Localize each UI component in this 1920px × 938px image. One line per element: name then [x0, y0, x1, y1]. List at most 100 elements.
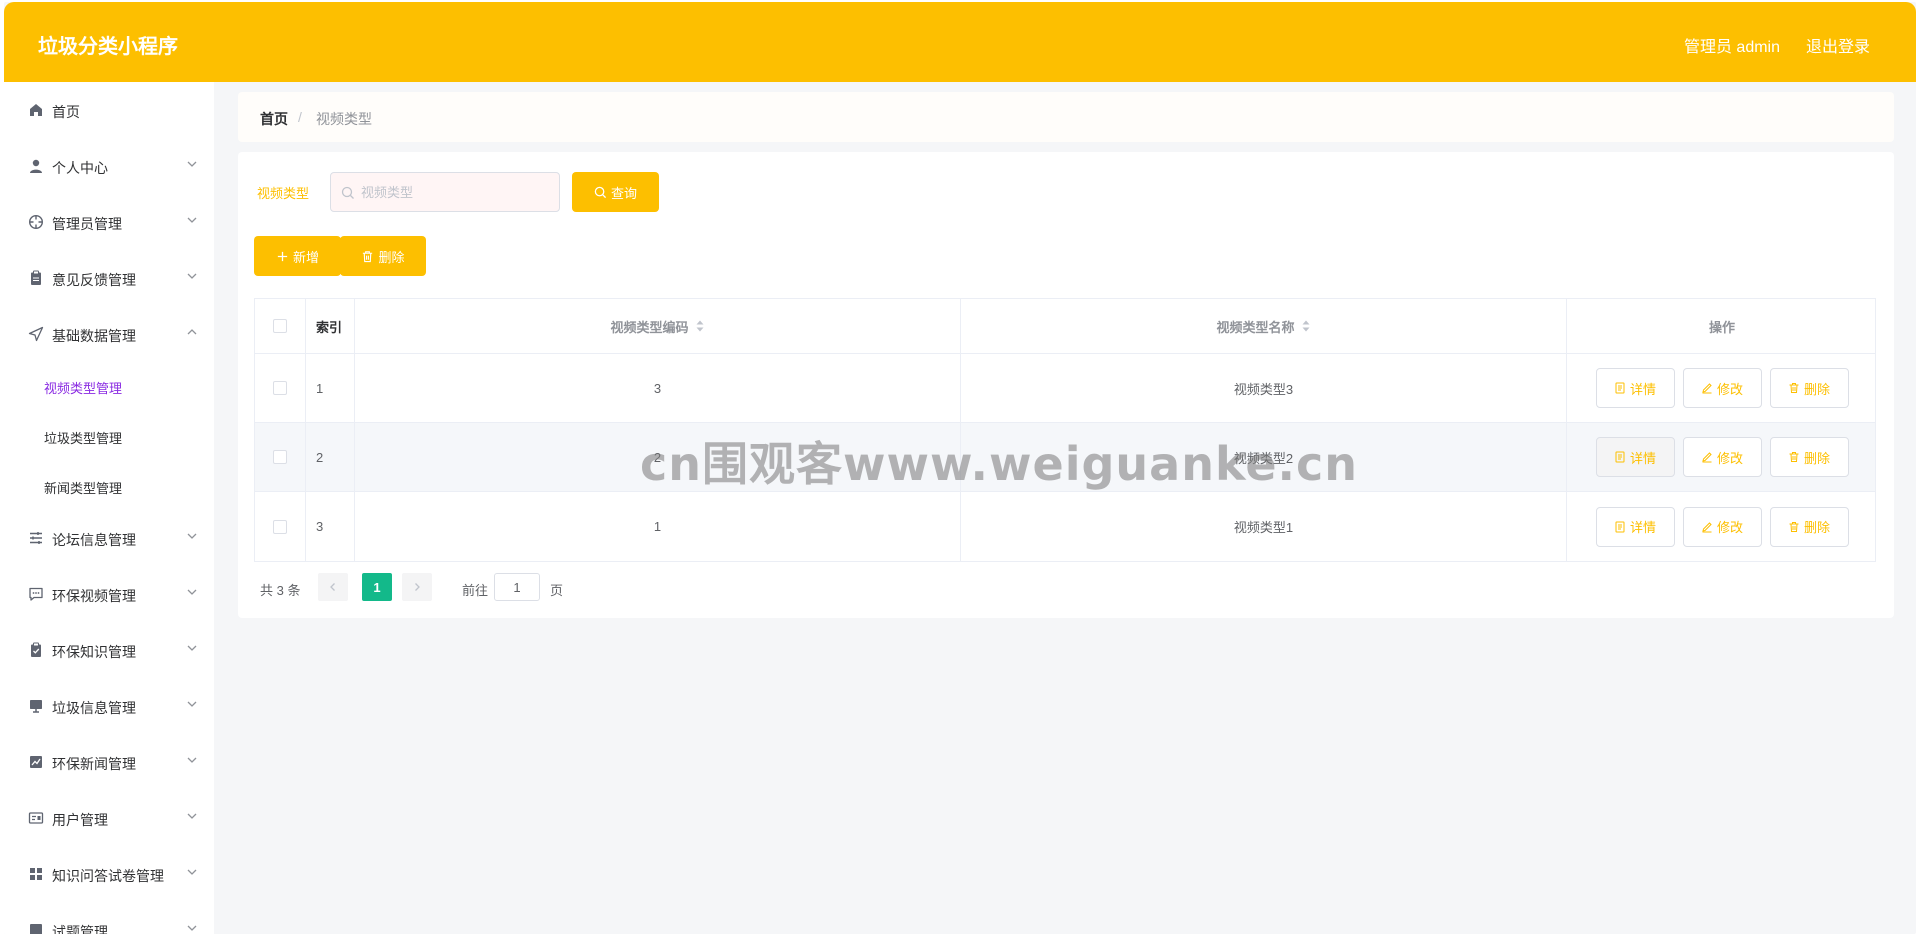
sidebar-item-label: 论坛信息管理 [52, 532, 136, 548]
sidebar-subitem-label: 垃圾类型管理 [44, 431, 123, 446]
header-code[interactable]: 视频类型编码 [355, 299, 961, 353]
id-card-icon [28, 812, 44, 824]
detail-button[interactable]: 详情 [1595, 437, 1675, 477]
add-button[interactable]: 新增 [254, 236, 341, 276]
sidebar-item-label: 环保新闻管理 [52, 756, 136, 772]
row-index: 2 [306, 423, 355, 491]
row-checkbox-cell [255, 354, 306, 422]
sidebar-item-label: 管理员管理 [52, 216, 122, 232]
sidebar: 首页 个人中心 管理员管理 意见反馈管理 基础数据管理 视频类型管理 垃圾类型管… [4, 82, 214, 934]
delete-button[interactable]: 删除 [340, 236, 426, 276]
row-delete-button[interactable]: 删除 [1769, 368, 1849, 408]
sidebar-item-quiz-paper-management[interactable]: 知识问答试卷管理 [4, 854, 214, 894]
row-checkbox[interactable] [273, 381, 287, 395]
sidebar-subitem-label: 视频类型管理 [44, 381, 123, 396]
header-index: 索引 [306, 299, 355, 353]
search-icon [341, 186, 354, 199]
row-checkbox[interactable] [273, 450, 287, 464]
breadcrumb-current: 视频类型 [316, 111, 372, 127]
logout-link[interactable]: 退出登录 [1806, 33, 1870, 57]
sidebar-item-admin-management[interactable]: 管理员管理 [4, 202, 214, 242]
sidebar-item-eco-video-management[interactable]: 环保视频管理 [4, 574, 214, 614]
admin-label: 管理员 admin [1683, 39, 1780, 56]
sidebar-item-label: 环保知识管理 [52, 644, 136, 660]
add-button-label: 新增 [292, 249, 319, 265]
sidebar-item-eco-knowledge-management[interactable]: 环保知识管理 [4, 630, 214, 670]
sidebar-subitem-video-type-management[interactable]: 视频类型管理 [4, 366, 214, 406]
sidebar-subitem-label: 新闻类型管理 [44, 481, 123, 496]
sidebar-item-home[interactable]: 首页 [4, 90, 214, 130]
top-header: 垃圾分类小程序 管理员 admin 退出登录 [4, 2, 1916, 82]
list-icon [30, 532, 42, 544]
table-row: 2 2 视频类型2 详情 修改 删除 [255, 423, 1875, 492]
detail-button-label: 详情 [1629, 520, 1656, 535]
row-delete-button[interactable]: 删除 [1769, 437, 1849, 477]
edit-button-label: 修改 [1716, 520, 1743, 535]
search-input[interactable] [361, 181, 551, 203]
table-header-row: 索引 视频类型编码 视频类型名称 操作 [255, 299, 1875, 354]
doc-icon [30, 924, 42, 934]
sidebar-subitem-news-type-management[interactable]: 新闻类型管理 [4, 466, 214, 506]
header-ops-label: 操作 [1708, 319, 1735, 335]
breadcrumb-home[interactable]: 首页 [260, 109, 288, 129]
sidebar-item-label: 用户管理 [52, 812, 108, 828]
page-number-button[interactable]: 1 [362, 573, 392, 601]
sidebar-item-forum-management[interactable]: 论坛信息管理 [4, 518, 214, 558]
sidebar-item-feedback-management[interactable]: 意见反馈管理 [4, 258, 214, 298]
sidebar-item-eco-news-management[interactable]: 环保新闻管理 [4, 742, 214, 782]
detail-button[interactable]: 详情 [1595, 506, 1675, 547]
detail-button[interactable]: 详情 [1595, 368, 1675, 408]
row-code: 3 [355, 354, 961, 422]
crosshair-icon [28, 214, 44, 230]
chevron-down-icon [187, 217, 197, 223]
sidebar-item-garbage-info-management[interactable]: 垃圾信息管理 [4, 686, 214, 726]
row-checkbox[interactable] [273, 519, 287, 534]
prev-page-button[interactable] [318, 573, 348, 601]
sidebar-item-user-management[interactable]: 用户管理 [4, 798, 214, 838]
detail-button-label: 详情 [1629, 450, 1656, 466]
table-row: 1 3 视频类型3 详情 修改 删除 [255, 354, 1875, 423]
select-all-checkbox[interactable] [273, 319, 287, 333]
goto-page-input[interactable] [494, 573, 540, 601]
trash-icon [1789, 521, 1799, 532]
row-index: 3 [306, 492, 355, 561]
header-index-label: 索引 [316, 319, 343, 335]
document-icon [1615, 382, 1625, 394]
row-code: 2 [355, 423, 961, 491]
sort-caret-icon[interactable] [1301, 319, 1311, 333]
sidebar-item-personal-center[interactable]: 个人中心 [4, 146, 214, 186]
edit-button-label: 修改 [1716, 381, 1743, 397]
grid-icon [30, 868, 42, 880]
row-checkbox-cell [255, 423, 306, 491]
search-input-wrapper [330, 172, 560, 212]
header-name[interactable]: 视频类型名称 [961, 299, 1567, 353]
chevron-down-icon [187, 645, 197, 651]
goto-unit: 页 [550, 583, 564, 598]
row-delete-button-label: 删除 [1803, 450, 1830, 466]
sidebar-item-question-management[interactable]: 试题管理 [4, 910, 214, 934]
sidebar-subitem-garbage-type-management[interactable]: 垃圾类型管理 [4, 416, 214, 456]
header-checkbox-cell [255, 299, 306, 353]
chevron-right-icon [415, 583, 420, 591]
document-icon [1615, 451, 1625, 463]
sort-caret-icon[interactable] [695, 319, 705, 333]
edit-button[interactable]: 修改 [1682, 368, 1762, 408]
chart-icon [30, 756, 42, 768]
breadcrumb-separator: / [298, 109, 302, 125]
sidebar-item-label: 环保视频管理 [52, 588, 136, 604]
edit-button[interactable]: 修改 [1682, 506, 1762, 547]
chevron-down-icon [187, 273, 197, 279]
delete-button-label: 删除 [378, 249, 405, 265]
next-page-button[interactable] [402, 573, 432, 601]
sidebar-item-basic-data-management[interactable]: 基础数据管理 [4, 314, 214, 354]
pagination: 共 3 条 1 前往 页 [260, 573, 860, 601]
query-button[interactable]: 查询 [572, 172, 659, 212]
row-delete-button[interactable]: 删除 [1769, 506, 1849, 547]
edit-button[interactable]: 修改 [1682, 437, 1762, 477]
clipboard-icon [31, 270, 41, 285]
chevron-left-icon [330, 583, 335, 591]
monitor-icon [30, 700, 42, 713]
search-icon [594, 186, 607, 198]
detail-button-label: 详情 [1629, 381, 1656, 397]
home-icon [30, 104, 42, 116]
